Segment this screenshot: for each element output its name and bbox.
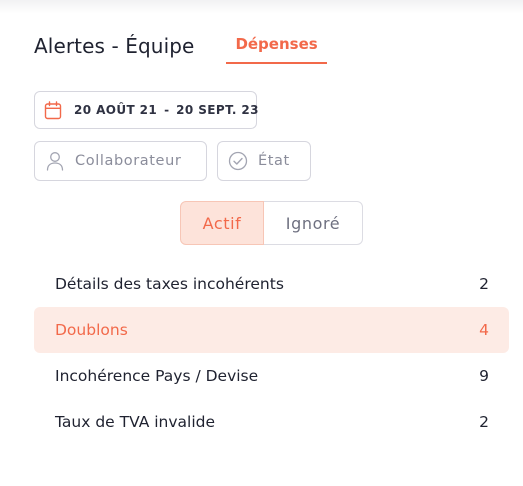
top-shadow xyxy=(0,0,523,14)
alert-item-tva[interactable]: Taux de TVA invalide 2 xyxy=(34,399,509,445)
page-header: Alertes - Équipe Dépenses xyxy=(34,30,327,64)
alert-item-label: Doublons xyxy=(55,321,128,339)
alert-item-count: 2 xyxy=(479,413,489,431)
alert-item-doublons[interactable]: Doublons 4 xyxy=(34,307,509,353)
date-range-start: 20 AOÛT 21 xyxy=(74,103,158,117)
alert-item-label: Incohérence Pays / Devise xyxy=(55,367,259,385)
alert-item-label: Taux de TVA invalide xyxy=(55,413,216,431)
state-filter-button[interactable]: État xyxy=(217,141,311,181)
alerts-list: Détails des taxes incohérents 2 Doublons… xyxy=(34,261,509,445)
check-circle-icon xyxy=(228,151,248,171)
alert-item-count: 2 xyxy=(479,275,489,293)
status-toggle: Actif Ignoré xyxy=(180,201,363,245)
alert-item-label: Détails des taxes incohérents xyxy=(55,275,284,293)
toggle-ignore-button[interactable]: Ignoré xyxy=(264,201,363,245)
alert-item-count: 9 xyxy=(479,367,489,385)
toggle-actif-button[interactable]: Actif xyxy=(180,201,264,245)
alert-item-taxes[interactable]: Détails des taxes incohérents 2 xyxy=(34,261,509,307)
page-title: Alertes - Équipe xyxy=(34,34,195,58)
alert-item-pays-devise[interactable]: Incohérence Pays / Devise 9 xyxy=(34,353,509,399)
alert-item-count: 4 xyxy=(479,321,489,339)
user-icon xyxy=(45,151,65,171)
date-range-end: 20 SEPT. 23 xyxy=(176,103,259,117)
calendar-icon xyxy=(44,100,62,120)
tab-depenses[interactable]: Dépenses xyxy=(226,30,327,64)
date-range-picker[interactable]: 20 AOÛT 21 - 20 SEPT. 23 xyxy=(34,91,259,129)
collaborator-filter-label: Collaborateur xyxy=(75,153,182,169)
date-range-separator: - xyxy=(164,103,170,117)
collaborator-filter-button[interactable]: Collaborateur xyxy=(34,141,207,181)
state-filter-label: État xyxy=(258,153,290,169)
